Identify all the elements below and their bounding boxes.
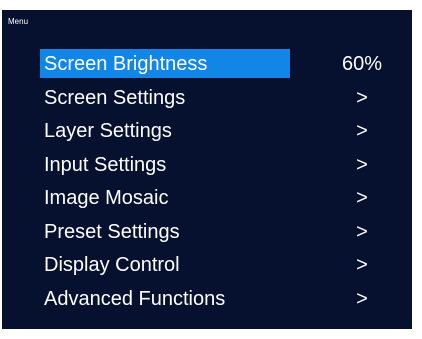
menu-list: Screen Brightness 60% Screen Settings > … <box>40 48 400 316</box>
menu-item-label: Advanced Functions <box>44 287 226 310</box>
menu-item-label: Image Mosaic <box>44 187 169 209</box>
menu-item-input-settings[interactable]: Input Settings > <box>40 149 400 183</box>
menu-item-layer-settings[interactable]: Layer Settings > <box>40 115 400 149</box>
menu-screen: Menu Screen Brightness 60% Screen Settin… <box>2 10 412 329</box>
chevron-right-icon: > <box>356 120 368 142</box>
menu-item-label: Input Settings <box>44 153 167 176</box>
menu-item-display-control[interactable]: Display Control > <box>40 249 400 283</box>
menu-item-advanced-functions[interactable]: Advanced Functions > <box>40 283 400 317</box>
menu-title: Menu <box>8 17 29 26</box>
chevron-right-icon: > <box>356 153 368 176</box>
menu-item-screen-brightness[interactable]: Screen Brightness 60% <box>40 48 400 82</box>
menu-item-label: Layer Settings <box>44 120 172 142</box>
brightness-value: 60% <box>341 53 383 75</box>
chevron-right-icon: > <box>356 86 368 109</box>
chevron-right-icon: > <box>356 220 368 243</box>
menu-item-screen-settings[interactable]: Screen Settings > <box>40 82 400 116</box>
chevron-right-icon: > <box>356 254 368 276</box>
chevron-right-icon: > <box>356 187 368 209</box>
menu-item-preset-settings[interactable]: Preset Settings > <box>40 216 400 250</box>
menu-item-label: Screen Settings <box>44 86 186 109</box>
menu-item-label: Screen Brightness <box>44 53 208 75</box>
menu-item-label: Display Control <box>44 254 180 276</box>
menu-item-image-mosaic[interactable]: Image Mosaic > <box>40 182 400 216</box>
menu-item-label: Preset Settings <box>44 220 180 243</box>
chevron-right-icon: > <box>356 287 368 310</box>
